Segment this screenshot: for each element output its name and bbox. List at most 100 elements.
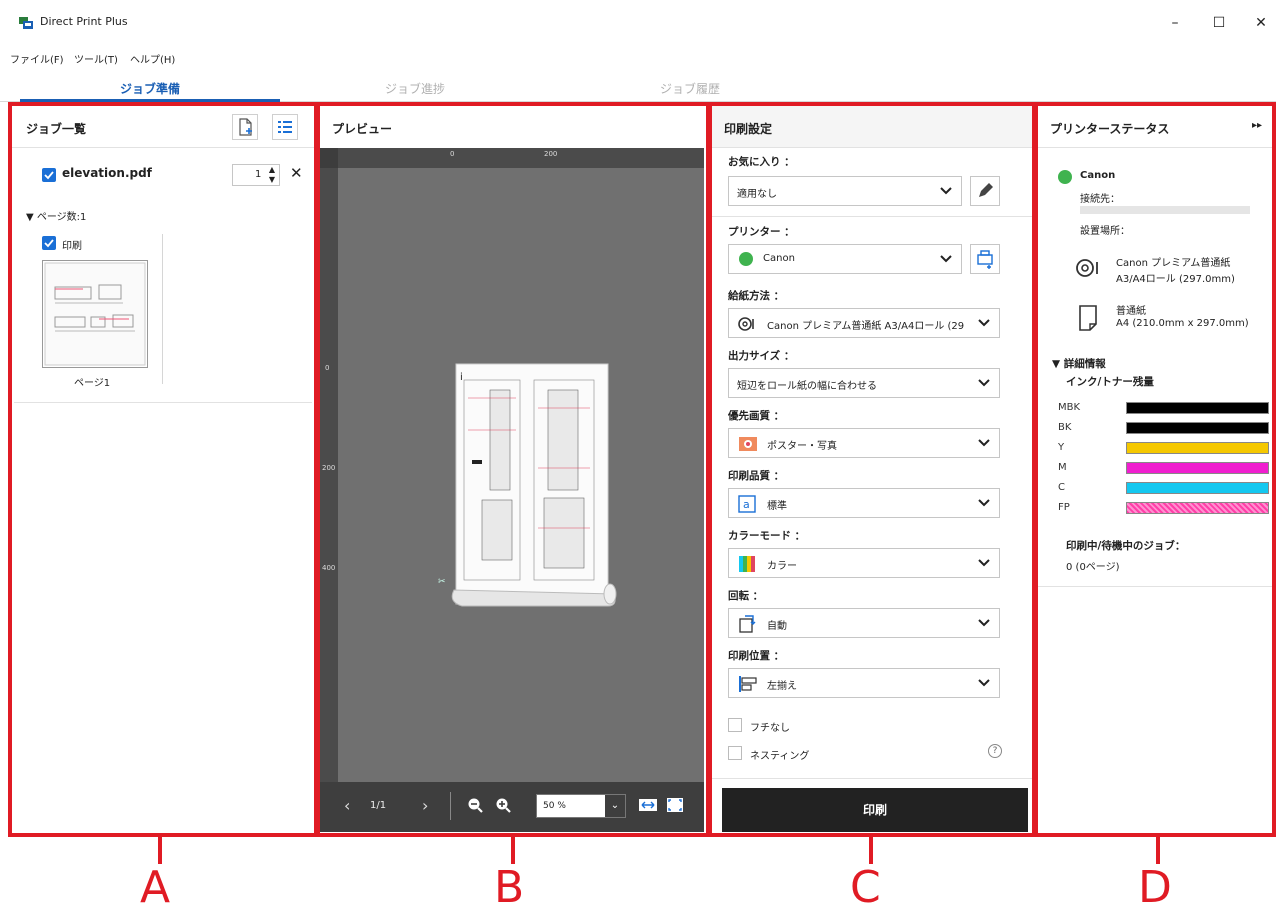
job-list-divider (14, 402, 312, 403)
position-select[interactable]: 左揃え (728, 668, 1000, 698)
roll-media-name: Canon プレミアム普通紙 (1116, 258, 1231, 269)
stepper-arrows-icon[interactable]: ▲ ▼ (269, 165, 275, 185)
page-count-toggle[interactable]: ▼ ページ数:1 (26, 208, 86, 223)
callout-line-b (511, 836, 515, 864)
zoom-in-icon[interactable] (494, 796, 512, 814)
ink-bar-c (1126, 482, 1269, 494)
page-print-checkbox[interactable] (42, 236, 56, 250)
thumb-divider (162, 234, 163, 384)
job-list-title: ジョブ一覧 (26, 122, 87, 136)
edit-favorite-button[interactable] (970, 176, 1000, 206)
sheet-media-size: A4 (210.0mm x 297.0mm) (1116, 318, 1249, 329)
feed-select[interactable]: Canon プレミアム普通紙 A3/A4ロール (29 (728, 308, 1000, 338)
printer-add-icon (977, 250, 993, 269)
borderless-checkbox[interactable] (728, 718, 742, 732)
favorites-select[interactable]: 適用なし (728, 176, 962, 206)
check-icon (44, 171, 54, 180)
ink-bar-y (1126, 442, 1269, 454)
fit-width-icon[interactable] (638, 797, 658, 813)
tab-job-history[interactable]: ジョブ履歴 (630, 80, 750, 97)
job-list-panel: ジョブ一覧 elevation.pdf 1 ▲▼ ✕ ▼ ページ数:1 印刷 (10, 102, 316, 835)
vertical-ruler: 0 200 400 (320, 168, 338, 782)
fit-page-icon[interactable] (666, 797, 684, 813)
copies-stepper[interactable]: 1 ▲ ▼ (232, 164, 280, 186)
roll-media-size: A3/A4ロール (297.0mm) (1116, 274, 1235, 285)
nesting-checkbox[interactable] (728, 746, 742, 760)
zoom-select[interactable]: 50 % ⌄ (536, 794, 626, 818)
position-label: 印刷位置 ： (728, 650, 785, 662)
check-icon (44, 239, 54, 248)
next-page-icon[interactable]: › (422, 796, 428, 815)
color-mode-label: カラーモード ： (728, 530, 806, 542)
menu-file[interactable]: ファイル(F) (10, 51, 64, 66)
ink-level-title: インク/トナー残量 (1066, 376, 1154, 388)
add-file-button[interactable] (232, 114, 258, 140)
print-button[interactable]: 印刷 (722, 788, 1028, 832)
color-mode-select[interactable]: カラー (728, 548, 1000, 578)
output-size-select[interactable]: 短辺をロール紙の幅に合わせる (728, 368, 1000, 398)
close-button[interactable]: ✕ (1246, 12, 1276, 34)
priority-label: 優先画質 ： (728, 410, 785, 422)
printer-value: Canon (763, 253, 795, 264)
nesting-label: ネスティング (750, 751, 810, 762)
title-bar: Direct Print Plus – ☐ ✕ (0, 0, 1276, 46)
feed-label: 給紙方法 ： (728, 290, 785, 302)
ink-bar-fp (1126, 502, 1269, 514)
printer-online-icon (1058, 170, 1072, 184)
color-mode-value: カラー (767, 561, 797, 572)
zoom-value: 50 % (543, 801, 566, 811)
job-list-header: ジョブ一覧 (10, 102, 316, 148)
printer-status-header: プリンターステータス ▸▸ (1034, 102, 1276, 148)
ink-bar-bk (1126, 422, 1269, 434)
favorites-label: お気に入り ： (728, 156, 795, 168)
settings-divider (708, 216, 1034, 217)
help-icon[interactable]: ? (988, 744, 1002, 758)
copies-value: 1 (255, 169, 262, 180)
ink-label-mbk: MBK (1058, 402, 1081, 413)
menu-help[interactable]: ヘルプ(H) (130, 51, 175, 66)
zoom-out-icon[interactable] (466, 796, 484, 814)
ruler-top-label-0: 0 (450, 150, 455, 158)
queued-jobs-value: 0 (0ページ) (1066, 562, 1120, 573)
ruler-top-label-200: 200 (544, 150, 558, 158)
tab-job-prep[interactable]: ジョブ準備 (90, 80, 210, 97)
list-view-button[interactable] (272, 114, 298, 140)
horizontal-ruler: 0 200 (338, 148, 704, 168)
rotation-label: 回転 ： (728, 590, 764, 602)
page-thumbnail[interactable] (42, 260, 148, 368)
menu-tools[interactable]: ツール(T) (74, 51, 118, 66)
details-toggle[interactable]: ▼ 詳細情報 (1052, 356, 1106, 371)
collapse-panel-icon[interactable]: ▸▸ (1252, 120, 1262, 131)
job-checkbox[interactable] (42, 168, 56, 182)
priority-select[interactable]: ポスター・写真 (728, 428, 1000, 458)
page-thumbnail-label: ページ1 (74, 378, 111, 389)
chevron-down-icon (978, 379, 990, 387)
tab-job-progress[interactable]: ジョブ進捗 (355, 80, 475, 97)
minimize-button[interactable]: – (1160, 12, 1190, 34)
preview-panel: プレビュー 0 200 0 200 400 i ✂ ‹ 1/1 › 50 % ⌄ (316, 102, 708, 835)
rotate-icon (739, 615, 756, 633)
app-title: Direct Print Plus (40, 15, 128, 28)
tab-bar: ジョブ準備 ジョブ進捗 ジョブ履歴 (0, 72, 1276, 102)
printer-select[interactable]: Canon (728, 244, 962, 274)
ink-bar-m (1126, 462, 1269, 474)
align-left-icon (739, 676, 757, 692)
toolbar-divider (450, 792, 451, 820)
print-settings-header: 印刷設定 (708, 102, 1034, 148)
sheet-media-name: 普通紙 (1116, 306, 1146, 317)
quality-select[interactable]: a 標準 (728, 488, 1000, 518)
callout-letter-b: B (494, 862, 525, 913)
remove-job-icon[interactable]: ✕ (290, 164, 303, 182)
prev-page-icon[interactable]: ‹ (344, 796, 350, 815)
svg-text:✂: ✂ (438, 577, 446, 587)
feed-value: Canon プレミアム普通紙 A3/A4ロール (29 (767, 321, 965, 332)
preview-toolbar: ‹ 1/1 › 50 % ⌄ (320, 782, 704, 832)
chevron-down-icon (978, 679, 990, 687)
ruler-left-label-0: 0 (325, 364, 330, 372)
zoom-dropdown-icon[interactable]: ⌄ (605, 795, 625, 817)
maximize-button[interactable]: ☐ (1204, 12, 1234, 34)
add-printer-button[interactable] (970, 244, 1000, 274)
page-print-label: 印刷 (62, 241, 82, 252)
rotation-select[interactable]: 自動 (728, 608, 1000, 638)
preview-canvas[interactable]: i ✂ (338, 168, 704, 782)
